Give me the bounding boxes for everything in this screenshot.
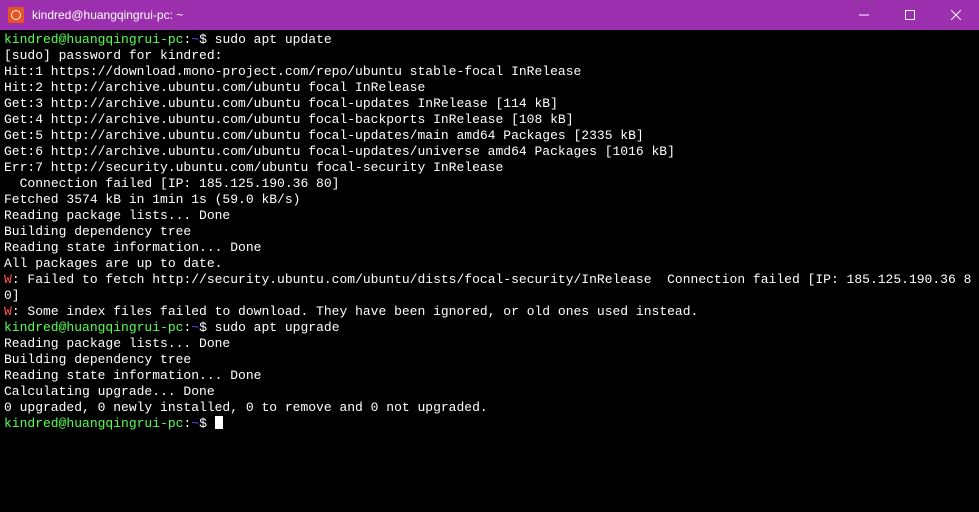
output-line: Fetched 3574 kB in 1min 1s (59.0 kB/s) (4, 192, 300, 207)
cursor (215, 416, 223, 429)
minimize-icon (859, 10, 869, 20)
output-line: All packages are up to date. (4, 256, 222, 271)
prompt-line: kindred@huangqingrui-pc:~$ sudo apt upda… (4, 32, 332, 47)
prompt-user-host: kindred@huangqingrui-pc (4, 320, 183, 335)
app-icon (8, 7, 24, 23)
terminal-area[interactable]: kindred@huangqingrui-pc:~$ sudo apt upda… (0, 30, 979, 434)
prompt-path: ~ (191, 32, 199, 47)
prompt-line: kindred@huangqingrui-pc:~$ (4, 416, 223, 431)
output-line: Building dependency tree (4, 352, 191, 367)
prompt-line: kindred@huangqingrui-pc:~$ sudo apt upgr… (4, 320, 340, 335)
warning-line: W: Some index files failed to download. … (4, 304, 698, 319)
warning-line: W: Failed to fetch http://security.ubunt… (4, 272, 971, 303)
prompt-user-host: kindred@huangqingrui-pc (4, 32, 183, 47)
output-line: Reading state information... Done (4, 240, 261, 255)
output-line: Calculating upgrade... Done (4, 384, 215, 399)
prompt-path: ~ (191, 320, 199, 335)
output-line: Hit:2 http://archive.ubuntu.com/ubuntu f… (4, 80, 425, 95)
output-line: Reading package lists... Done (4, 336, 230, 351)
prompt-path: ~ (191, 416, 199, 431)
output-line: 0 upgraded, 0 newly installed, 0 to remo… (4, 400, 488, 415)
close-button[interactable] (933, 0, 979, 30)
window-titlebar: kindred@huangqingrui-pc: ~ (0, 0, 979, 30)
command-text: sudo apt upgrade (215, 320, 340, 335)
command-text: sudo apt update (215, 32, 332, 47)
output-line: Hit:1 https://download.mono-project.com/… (4, 64, 581, 79)
output-line: Get:6 http://archive.ubuntu.com/ubuntu f… (4, 144, 675, 159)
output-line: Get:5 http://archive.ubuntu.com/ubuntu f… (4, 128, 644, 143)
output-line: Connection failed [IP: 185.125.190.36 80… (4, 176, 339, 191)
output-line: Get:4 http://archive.ubuntu.com/ubuntu f… (4, 112, 574, 127)
output-line: Reading state information... Done (4, 368, 261, 383)
output-line: Err:7 http://security.ubuntu.com/ubuntu … (4, 160, 503, 175)
output-line: Reading package lists... Done (4, 208, 230, 223)
output-line: Get:3 http://archive.ubuntu.com/ubuntu f… (4, 96, 558, 111)
close-icon (951, 10, 961, 20)
output-line: [sudo] password for kindred: (4, 48, 222, 63)
maximize-button[interactable] (887, 0, 933, 30)
prompt-user-host: kindred@huangqingrui-pc (4, 416, 183, 431)
output-line: Building dependency tree (4, 224, 191, 239)
minimize-button[interactable] (841, 0, 887, 30)
maximize-icon (905, 10, 915, 20)
window-title: kindred@huangqingrui-pc: ~ (32, 8, 183, 22)
